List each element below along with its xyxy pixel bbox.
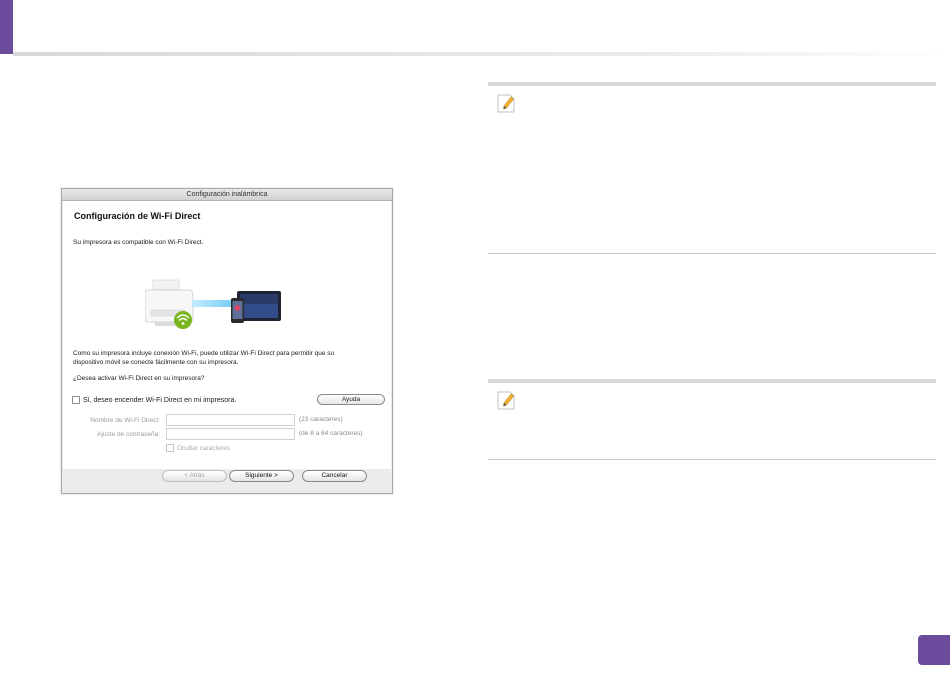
- tablet-icon: [231, 291, 281, 323]
- wifi-direct-name-hint: (23 caracteres): [299, 416, 343, 423]
- hide-characters-row[interactable]: Ocultar caracteres: [166, 444, 230, 452]
- dialog-title: Configuración inalámbrica: [62, 189, 392, 201]
- dialog-body: Configuración de Wi-Fi Direct Su impreso…: [63, 201, 391, 469]
- note-2-bottom-rule: [488, 459, 936, 460]
- back-button[interactable]: < Atrás: [162, 470, 227, 482]
- enable-wifi-direct-checkbox[interactable]: [72, 396, 80, 404]
- question-text: ¿Desea activar Wi-Fi Direct en su impres…: [73, 375, 205, 382]
- description-text: Como su impresora incluye conexión Wi-Fi…: [73, 349, 385, 367]
- hide-characters-label: Ocultar caracteres: [177, 444, 231, 452]
- help-button[interactable]: Ayuda: [317, 394, 385, 405]
- enable-wifi-direct-row[interactable]: Sí, deseo encender Wi-Fi Direct en mi im…: [72, 396, 236, 404]
- description-line-1: Como su impresora incluye conexión Wi-Fi…: [73, 350, 335, 357]
- page-badge: [918, 635, 950, 665]
- hide-characters-checkbox[interactable]: [166, 444, 174, 452]
- wifi-icon: [174, 311, 192, 329]
- enable-wifi-direct-label: Sí, deseo encender Wi-Fi Direct en mi im…: [83, 396, 237, 404]
- wifi-direct-name-label: Nombre de Wi-Fi Direct:: [90, 417, 160, 424]
- note-1-bottom-rule: [488, 253, 936, 254]
- password-label: Ajuste de contraseña:: [97, 431, 160, 438]
- next-button[interactable]: Siguiente >: [229, 470, 294, 482]
- cancel-button[interactable]: Cancelar: [302, 470, 367, 482]
- page-tab-marker: [0, 0, 13, 54]
- note-1-top-bar: [488, 82, 936, 86]
- header-rule: [13, 52, 950, 56]
- dialog-heading: Configuración de Wi-Fi Direct: [74, 211, 201, 221]
- password-input[interactable]: [166, 428, 295, 440]
- compat-text: Su impresora es compatible con Wi-Fi Dir…: [73, 239, 204, 246]
- note-2-top-bar: [488, 379, 936, 383]
- note-pencil-icon: [497, 94, 515, 113]
- wireless-setup-dialog: Configuración inalámbrica Configuración …: [61, 188, 393, 494]
- description-line-2: dispositivo móvil se conecte fácilmente …: [73, 359, 239, 366]
- note-pencil-icon: [497, 391, 515, 410]
- wifi-direct-illustration: [145, 279, 281, 329]
- password-hint: (de 8 a 64 caracteres): [299, 430, 363, 437]
- wifi-direct-name-input[interactable]: [166, 414, 295, 426]
